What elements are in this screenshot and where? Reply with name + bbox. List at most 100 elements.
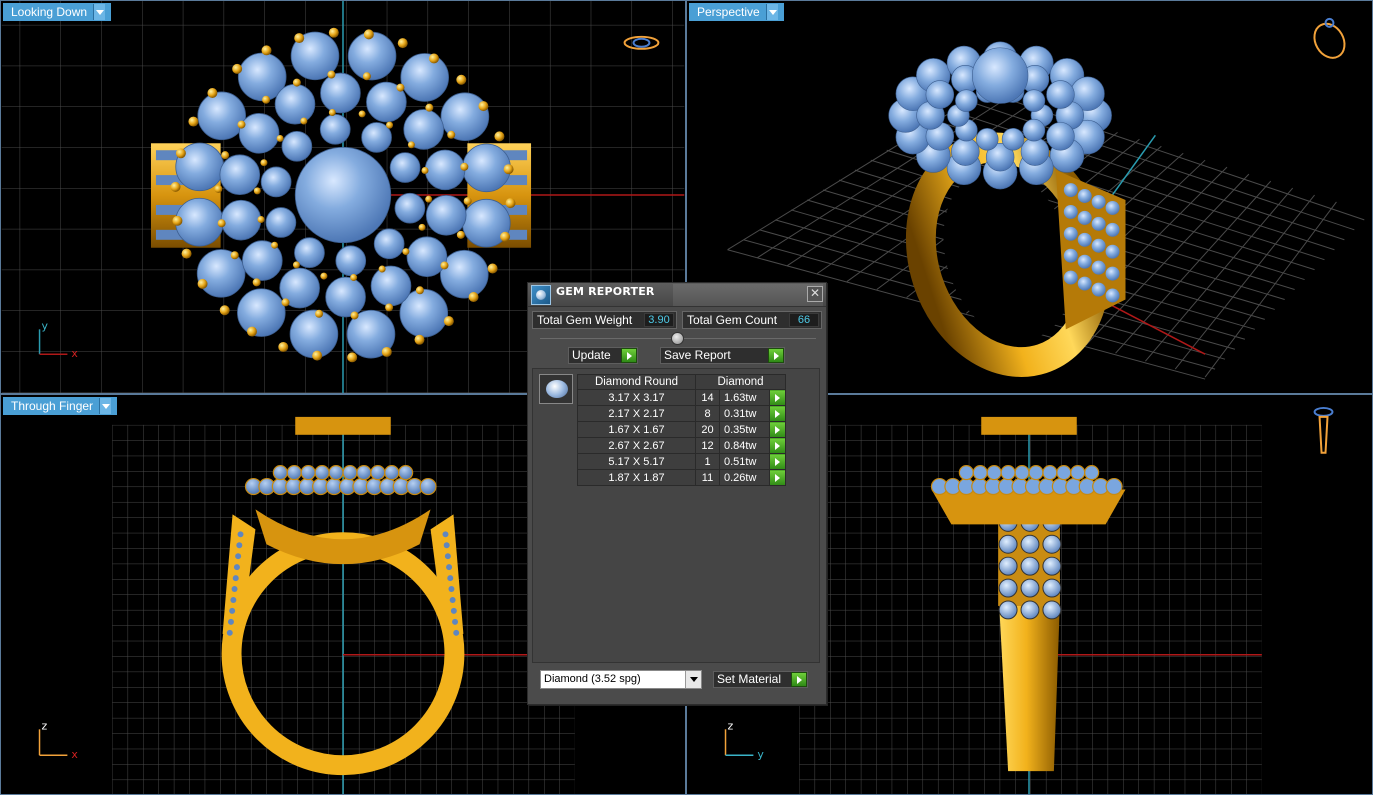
viewport-label-through-finger[interactable]: Through Finger — [3, 397, 118, 415]
prong-bead — [292, 78, 301, 87]
collapse-handle[interactable] — [671, 332, 684, 345]
play-arrow-icon[interactable] — [768, 348, 784, 363]
gem-stone — [1063, 183, 1078, 197]
prong-bead — [350, 311, 359, 320]
prong-bead — [175, 148, 186, 159]
gem-stone — [1046, 122, 1075, 151]
prong-bead — [207, 88, 218, 98]
table-row[interactable]: 1.87 X 1.87 11 0.26tw — [577, 469, 786, 486]
gem-stone — [328, 465, 344, 481]
gem-stone — [197, 91, 246, 141]
chevron-down-icon[interactable] — [99, 398, 112, 414]
gem-stone — [1077, 189, 1092, 203]
gem-stone — [958, 465, 974, 481]
gem-reporter-titlebar[interactable]: GEM REPORTER ✕ — [528, 283, 826, 307]
gem-ctw-cell: 0.31tw — [719, 405, 770, 422]
save-report-button[interactable]: Save Report — [660, 347, 785, 364]
gem-stone — [450, 607, 457, 614]
gem-stone — [1091, 282, 1106, 297]
update-button[interactable]: Update — [568, 347, 638, 364]
prong-bead — [505, 198, 516, 209]
play-arrow-icon[interactable] — [791, 672, 807, 687]
gem-stone — [440, 249, 489, 299]
gem-stone — [1020, 534, 1040, 554]
set-material-button[interactable]: Set Material — [713, 671, 808, 688]
play-arrow-icon[interactable] — [769, 389, 786, 406]
viewport-label-perspective[interactable]: Perspective — [689, 3, 784, 21]
gem-stone — [227, 618, 234, 625]
prong-bead — [300, 117, 308, 125]
gem-stone — [1091, 238, 1106, 253]
gem-stone — [1042, 534, 1062, 554]
gem-stone — [237, 531, 244, 538]
play-arrow-icon[interactable] — [769, 469, 786, 486]
gem-stone — [1001, 128, 1025, 151]
svg-text:y: y — [757, 748, 764, 761]
play-arrow-icon[interactable] — [769, 421, 786, 438]
prong-bead — [407, 141, 415, 149]
gem-stone — [272, 465, 288, 481]
chevron-down-icon[interactable] — [685, 671, 701, 688]
close-icon[interactable]: ✕ — [807, 286, 823, 302]
column-header-material: Diamond — [695, 374, 786, 390]
gem-stone — [226, 629, 233, 636]
chevron-down-icon[interactable] — [765, 4, 778, 20]
play-arrow-icon[interactable] — [621, 348, 637, 363]
viewport-label-looking-down[interactable]: Looking Down — [3, 3, 112, 21]
prong-bead — [232, 63, 243, 74]
gem-stone — [219, 154, 261, 196]
prong-bead — [363, 29, 374, 40]
gem-stone — [1022, 89, 1046, 112]
material-select[interactable]: Diamond (3.52 spg) — [540, 670, 702, 689]
gem-stone — [449, 596, 456, 603]
gem-stone — [1020, 578, 1040, 598]
gem-stone — [951, 137, 980, 166]
prong-bead — [278, 341, 289, 352]
gem-stone — [998, 578, 1018, 598]
prong-bead — [460, 162, 469, 171]
gem-stone — [1046, 80, 1075, 109]
gem-stone — [236, 542, 243, 549]
gem-stone — [233, 564, 240, 571]
play-arrow-icon[interactable] — [769, 405, 786, 422]
gem-stone — [347, 31, 397, 81]
column-header-shape: Diamond Round — [577, 374, 696, 390]
prong-bead — [386, 121, 394, 129]
gem-list-area[interactable]: Diamond Round Diamond 3.17 X 3.17 14 1.63t… — [532, 368, 820, 663]
gem-size-cell: 2.67 X 2.67 — [577, 437, 696, 454]
prong-bead — [252, 278, 261, 287]
play-arrow-icon[interactable] — [769, 437, 786, 454]
gem-stone — [237, 288, 286, 337]
svg-text:x: x — [71, 748, 78, 761]
chevron-down-icon[interactable] — [93, 4, 106, 20]
table-row[interactable]: 1.67 X 1.67 20 0.35tw — [577, 421, 786, 438]
gem-stone — [1063, 226, 1078, 241]
gem-stone — [1105, 477, 1123, 496]
gem-stone — [260, 166, 292, 198]
gem-stone — [1091, 195, 1106, 209]
prong-bead — [347, 352, 358, 363]
table-row[interactable]: 3.17 X 3.17 14 1.63tw — [577, 389, 786, 406]
table-row[interactable]: 5.17 X 5.17 1 0.51tw — [577, 453, 786, 470]
prong-bead — [312, 350, 323, 361]
gem-stone — [1105, 266, 1120, 281]
gem-stone — [389, 152, 421, 183]
ring-orientation-icon — [1313, 406, 1334, 454]
gem-stone — [444, 553, 451, 560]
prong-bead — [443, 316, 454, 327]
gem-ctw-cell: 0.51tw — [719, 453, 770, 470]
gem-reporter-panel[interactable]: GEM REPORTER ✕ Total Gem Weight 3.90 Tot… — [527, 282, 827, 705]
gem-stone — [998, 556, 1018, 576]
gem-stone — [400, 53, 449, 102]
gem-stone — [286, 465, 302, 481]
table-row[interactable]: 2.67 X 2.67 12 0.84tw — [577, 437, 786, 454]
play-arrow-icon[interactable] — [769, 453, 786, 470]
prong-bead — [421, 167, 429, 174]
prong-bead — [276, 134, 284, 142]
gem-stone — [925, 80, 955, 109]
diamond-thumbnail-icon[interactable] — [539, 374, 573, 404]
gem-stone — [394, 192, 426, 224]
gem-stone — [462, 143, 511, 193]
prong-bead — [197, 278, 208, 289]
table-row[interactable]: 2.17 X 2.17 8 0.31tw — [577, 405, 786, 422]
